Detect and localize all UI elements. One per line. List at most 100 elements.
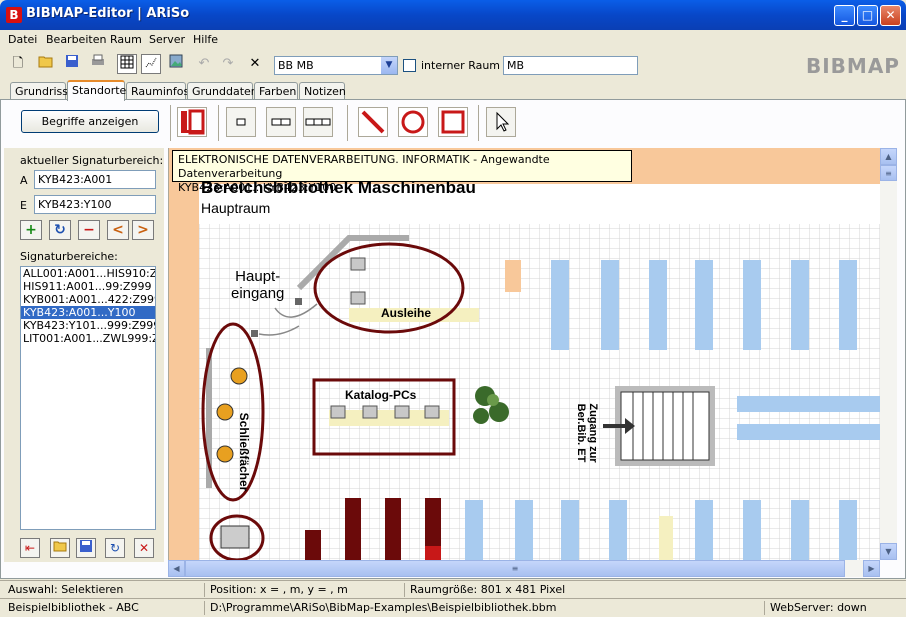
floorplan	[169, 148, 880, 560]
zugang-line2: Ber.Bib. ET	[575, 403, 587, 463]
list-item[interactable]: LIT001:A001...ZWL999:Z999	[21, 332, 155, 345]
interner-raum-checkbox[interactable]	[403, 59, 416, 72]
vertical-scrollbar[interactable]: ▲ ≡ ▼	[880, 148, 897, 560]
list-item[interactable]: KYB423:Y101...999:Z999	[21, 319, 155, 332]
refresh-icon[interactable]: ↻	[105, 538, 125, 558]
zugang-line1: Zugang zur	[587, 403, 599, 463]
image-icon[interactable]	[166, 54, 186, 74]
select-cursor-icon[interactable]	[486, 107, 516, 137]
signature-start-field[interactable]: KYB423:A001	[34, 170, 156, 189]
map-canvas[interactable]: Bereichsbibliothek Maschinenbau Hauptrau…	[168, 148, 880, 560]
dots-toggle-icon[interactable]	[141, 54, 161, 74]
separator	[404, 583, 405, 597]
schliessfaecher-label: Schließfächer	[237, 412, 251, 492]
scroll-thumb[interactable]: ≡	[880, 165, 897, 181]
e-label: E	[20, 199, 27, 212]
tab-standorte[interactable]: Standorte	[67, 80, 126, 101]
room-select[interactable]: BB MB ▼	[274, 56, 398, 75]
double-shelf-icon[interactable]	[266, 107, 296, 137]
chevron-down-icon[interactable]: ▼	[381, 57, 397, 74]
window-title: BIBMAP-Editor | ARiSo	[26, 6, 190, 21]
tab-rauminfos[interactable]: Rauminfos	[126, 82, 189, 100]
grid-toggle-icon[interactable]	[117, 54, 137, 74]
redo-icon[interactable]: ↷	[218, 54, 238, 74]
close-button[interactable]: ✕	[880, 5, 901, 26]
separator	[218, 105, 219, 141]
ausleihe-label: Ausleihe	[381, 306, 432, 320]
new-file-icon[interactable]: 🗋	[8, 54, 28, 74]
a-label: A	[20, 174, 28, 187]
tab-notizen[interactable]: Notizen	[299, 82, 346, 100]
signaturbereiche-label: Signaturbereiche:	[20, 250, 118, 263]
refresh-icon[interactable]: ↻	[49, 220, 71, 240]
triple-shelf-icon[interactable]	[303, 107, 333, 137]
room-code-input[interactable]: MB	[503, 56, 638, 75]
left-panel: aktueller Signaturbereich: A KYB423:A001…	[4, 148, 164, 562]
list-item-selected[interactable]: KYB423:A001...Y100	[21, 306, 155, 319]
status-raumgroesse: Raumgröße: 801 x 481 Pixel	[410, 583, 566, 596]
single-shelf-icon[interactable]	[226, 107, 256, 137]
tooltip-line2: KYB423:A001...KYB423:Y100	[178, 181, 337, 194]
save-icon[interactable]	[62, 54, 82, 74]
status-auswahl: Auswahl: Selektieren	[8, 583, 124, 596]
tab-grunddaten[interactable]: Grunddaten	[187, 82, 258, 100]
tooltip-line1: ELEKTRONISCHE DATENVERARBEITUNG. INFORMA…	[178, 153, 550, 180]
menu-bar: Datei Bearbeiten Raum Server Hilfe	[0, 30, 906, 50]
list-item[interactable]: ALL001:A001...HIS910:Z999	[21, 267, 155, 280]
tab-grundriss[interactable]: Grundriss	[10, 82, 68, 100]
undo-icon[interactable]: ↶	[194, 54, 214, 74]
menu-datei[interactable]: Datei	[8, 33, 37, 46]
menu-server[interactable]: Server	[149, 33, 185, 46]
maximize-button[interactable]: □	[857, 5, 878, 26]
interner-raum-label: interner Raum	[421, 59, 501, 72]
list-item[interactable]: HIS911:A001...99:Z999	[21, 280, 155, 293]
tooltip: ELEKTRONISCHE DATENVERARBEITUNG. INFORMA…	[172, 150, 632, 194]
zugang-label: Zugang zur Ber.Bib. ET	[575, 388, 599, 478]
toolbar: 🗋 ↶ ↷ ✕ BB MB ▼ interner Raum MB BIBMAP	[0, 51, 906, 79]
save-icon[interactable]	[76, 538, 96, 558]
status-path: D:\Programme\ARiSo\BibMap-Examples\Beisp…	[210, 601, 557, 614]
horizontal-scrollbar[interactable]: ◀ ≡ ▶	[168, 560, 880, 577]
tool-ribbon: Begriffe anzeigen	[4, 103, 902, 145]
minimize-button[interactable]: _	[834, 5, 855, 26]
scroll-down-icon[interactable]: ▼	[880, 543, 897, 560]
menu-bearbeiten[interactable]: Bearbeiten	[46, 33, 106, 46]
line-tool-icon[interactable]	[358, 107, 388, 137]
scroll-thumb[interactable]: ≡	[185, 560, 845, 577]
first-icon[interactable]: ⇤	[20, 538, 40, 558]
signature-list[interactable]: ALL001:A001...HIS910:Z999 HIS911:A001...…	[20, 266, 156, 530]
status-bibliothek: Beispielbibliothek - ABC	[8, 601, 139, 614]
scroll-up-icon[interactable]: ▲	[880, 148, 897, 165]
scroll-left-icon[interactable]: ◀	[168, 560, 185, 577]
print-icon[interactable]	[88, 54, 108, 74]
begriffe-anzeigen-button[interactable]: Begriffe anzeigen	[21, 110, 159, 133]
open-folder-icon[interactable]	[36, 54, 56, 74]
separator	[204, 583, 205, 597]
title-bar[interactable]: B BIBMAP-Editor | ARiSo _ □ ✕	[0, 0, 906, 30]
tab-strip: Grundriss Standorte Rauminfos Grunddaten…	[0, 80, 906, 101]
aktueller-signaturbereich-label: aktueller Signaturbereich:	[20, 154, 164, 167]
signature-tool-icon[interactable]	[177, 107, 207, 137]
delete-icon[interactable]: ✕	[245, 54, 265, 74]
remove-icon[interactable]: −	[78, 220, 100, 240]
copier-icon	[220, 525, 250, 549]
add-icon[interactable]: +	[20, 220, 42, 240]
split-left-icon[interactable]: <	[107, 220, 129, 240]
open-folder-icon[interactable]	[50, 538, 70, 558]
list-item[interactable]: KYB001:A001...422:Z999	[21, 293, 155, 306]
menu-hilfe[interactable]: Hilfe	[193, 33, 218, 46]
menu-raum[interactable]: Raum	[110, 33, 142, 46]
delete-icon[interactable]: ✕	[134, 538, 154, 558]
separator	[764, 601, 765, 615]
ellipse-tool-icon[interactable]	[398, 107, 428, 137]
signature-end-field[interactable]: KYB423:Y100	[34, 195, 156, 214]
room-select-value: BB MB	[278, 59, 314, 72]
rectangle-tool-icon[interactable]	[438, 107, 468, 137]
app-logo-icon: B	[6, 7, 22, 23]
status-bar-top: Auswahl: Selektieren Position: x = , m, …	[0, 580, 906, 598]
separator	[347, 105, 348, 141]
status-bar-bottom: Beispielbibliothek - ABC D:\Programme\AR…	[0, 598, 906, 617]
tab-farben[interactable]: Farben	[254, 82, 298, 100]
scroll-right-icon[interactable]: ▶	[863, 560, 880, 577]
split-right-icon[interactable]: >	[132, 220, 154, 240]
